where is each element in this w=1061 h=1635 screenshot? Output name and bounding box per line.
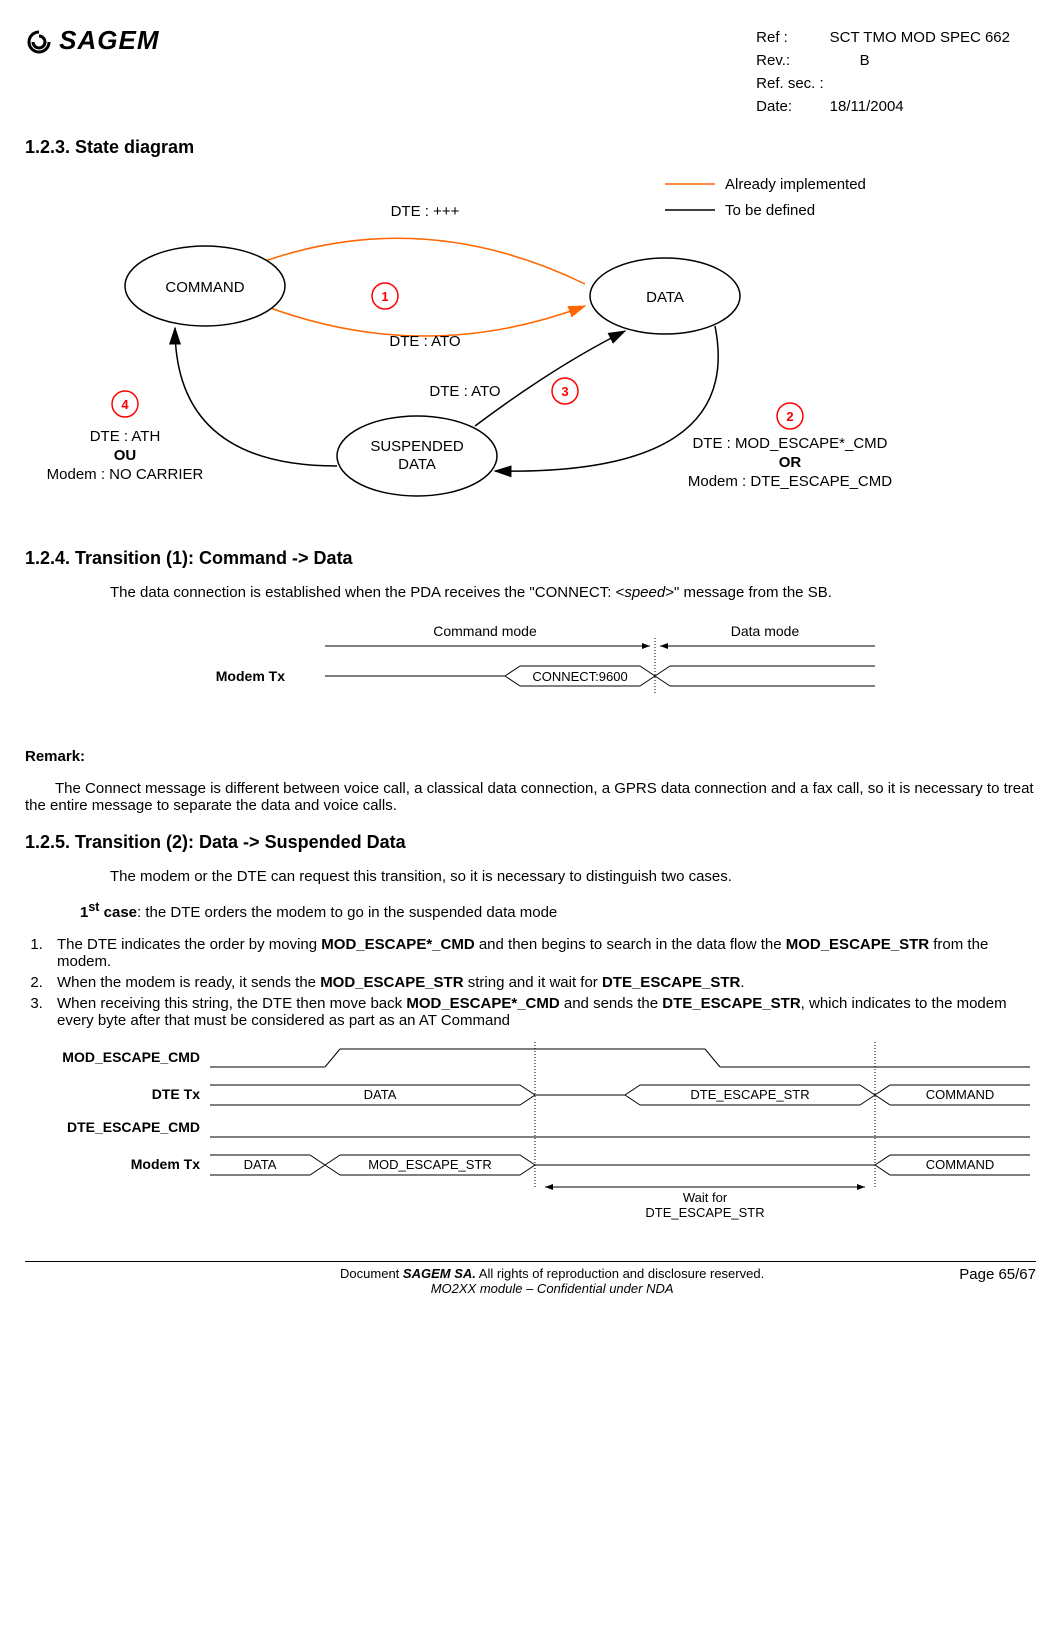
date-label: Date: [756, 96, 828, 117]
timing-124: Command mode Data mode Modem Tx CONNECT:… [25, 616, 1025, 726]
heading-124: 1.2.4. Transition (1): Command -> Data [25, 548, 1036, 569]
t2-dtetx: DTE Tx [152, 1086, 200, 1102]
refsec-value [830, 73, 1014, 94]
heading-123: 1.2.3. State diagram [25, 137, 1036, 158]
label-dte-plus: DTE : +++ [391, 203, 460, 220]
state-suspended-l1: SUSPENDED [370, 438, 464, 455]
tm-data-mode: Data mode [731, 623, 800, 639]
refsec-label: Ref. sec. : [756, 73, 828, 94]
intro-125: The modem or the DTE can request this tr… [80, 868, 1036, 885]
left-l2: OU [114, 447, 137, 464]
ref-block: Ref :SCT TMO MOD SPEC 662 Rev.:B Ref. se… [754, 25, 1016, 119]
left-l3: Modem : NO CARRIER [47, 466, 204, 483]
circle-1: 1 [381, 289, 388, 304]
state-suspended-l2: DATA [398, 456, 436, 473]
legend-already: Already implemented [725, 176, 866, 193]
left-l1: DTE : ATH [90, 428, 161, 445]
t2-dec: DTE_ESCAPE_CMD [67, 1119, 200, 1135]
footer-page: Page 65/67 [959, 1266, 1036, 1296]
case1: 1st case: the DTE orders the modem to go… [80, 900, 1036, 921]
label-ato-mid: DTE : ATO [389, 333, 460, 350]
footer-center: Document SAGEM SA. All rights of reprodu… [145, 1266, 959, 1296]
steps-125: The DTE indicates the order by moving MO… [25, 936, 1036, 1029]
t2-modemtx: Modem Tx [131, 1156, 200, 1172]
remark-title: Remark: [25, 748, 1036, 765]
step-1: The DTE indicates the order by moving MO… [47, 936, 1036, 970]
para-124: The data connection is established when … [80, 584, 1036, 601]
logo-swirl-icon [25, 30, 53, 60]
heading-125: 1.2.5. Transition (2): Data -> Suspended… [25, 832, 1036, 853]
t2-data1: DATA [364, 1087, 397, 1102]
ref-value: SCT TMO MOD SPEC 662 [830, 27, 1014, 48]
tm-cmd-mode: Command mode [433, 623, 537, 639]
rev-label: Rev.: [756, 50, 828, 71]
tm-connect: CONNECT:9600 [532, 669, 627, 684]
right-l1: DTE : MOD_ESCAPE*_CMD [692, 435, 887, 452]
remark-body: The Connect message is different between… [25, 780, 1036, 814]
circle-3: 3 [561, 384, 568, 399]
brand-logo: SAGEM [25, 25, 160, 60]
step-3: When receiving this string, the DTE then… [47, 995, 1036, 1029]
timing-125: MOD_ESCAPE_CMD DTE Tx DATA DTE_ESCAPE_ST… [25, 1037, 1035, 1227]
t2-cmd2: COMMAND [926, 1157, 995, 1172]
right-l2: OR [779, 454, 802, 471]
circle-2: 2 [786, 409, 793, 424]
legend-tobe: To be defined [725, 202, 815, 219]
tm-modem-tx: Modem Tx [216, 668, 285, 684]
t2-mec: MOD_ESCAPE_CMD [62, 1049, 200, 1065]
state-data: DATA [646, 289, 684, 306]
state-command: COMMAND [165, 279, 244, 296]
rev-value: B [830, 50, 1014, 71]
label-ato-susp: DTE : ATO [429, 383, 500, 400]
t2-data2: DATA [244, 1157, 277, 1172]
t2-wait1: Wait for [683, 1190, 728, 1205]
t2-dtestr: DTE_ESCAPE_STR [690, 1087, 809, 1102]
t2-cmd1: COMMAND [926, 1087, 995, 1102]
circle-4: 4 [121, 397, 129, 412]
page-footer: Document SAGEM SA. All rights of reprodu… [25, 1261, 1036, 1296]
t2-mes: MOD_ESCAPE_STR [368, 1157, 492, 1172]
brand-text: SAGEM [59, 25, 159, 55]
step-2: When the modem is ready, it sends the MO… [47, 974, 1036, 991]
page-header: SAGEM Ref :SCT TMO MOD SPEC 662 Rev.:B R… [25, 25, 1036, 119]
ref-label: Ref : [756, 27, 828, 48]
right-l3: Modem : DTE_ESCAPE_CMD [688, 473, 892, 490]
t2-wait2: DTE_ESCAPE_STR [645, 1205, 764, 1220]
date-value: 18/11/2004 [830, 96, 1014, 117]
state-diagram: Already implemented To be defined DTE : … [25, 166, 1025, 526]
